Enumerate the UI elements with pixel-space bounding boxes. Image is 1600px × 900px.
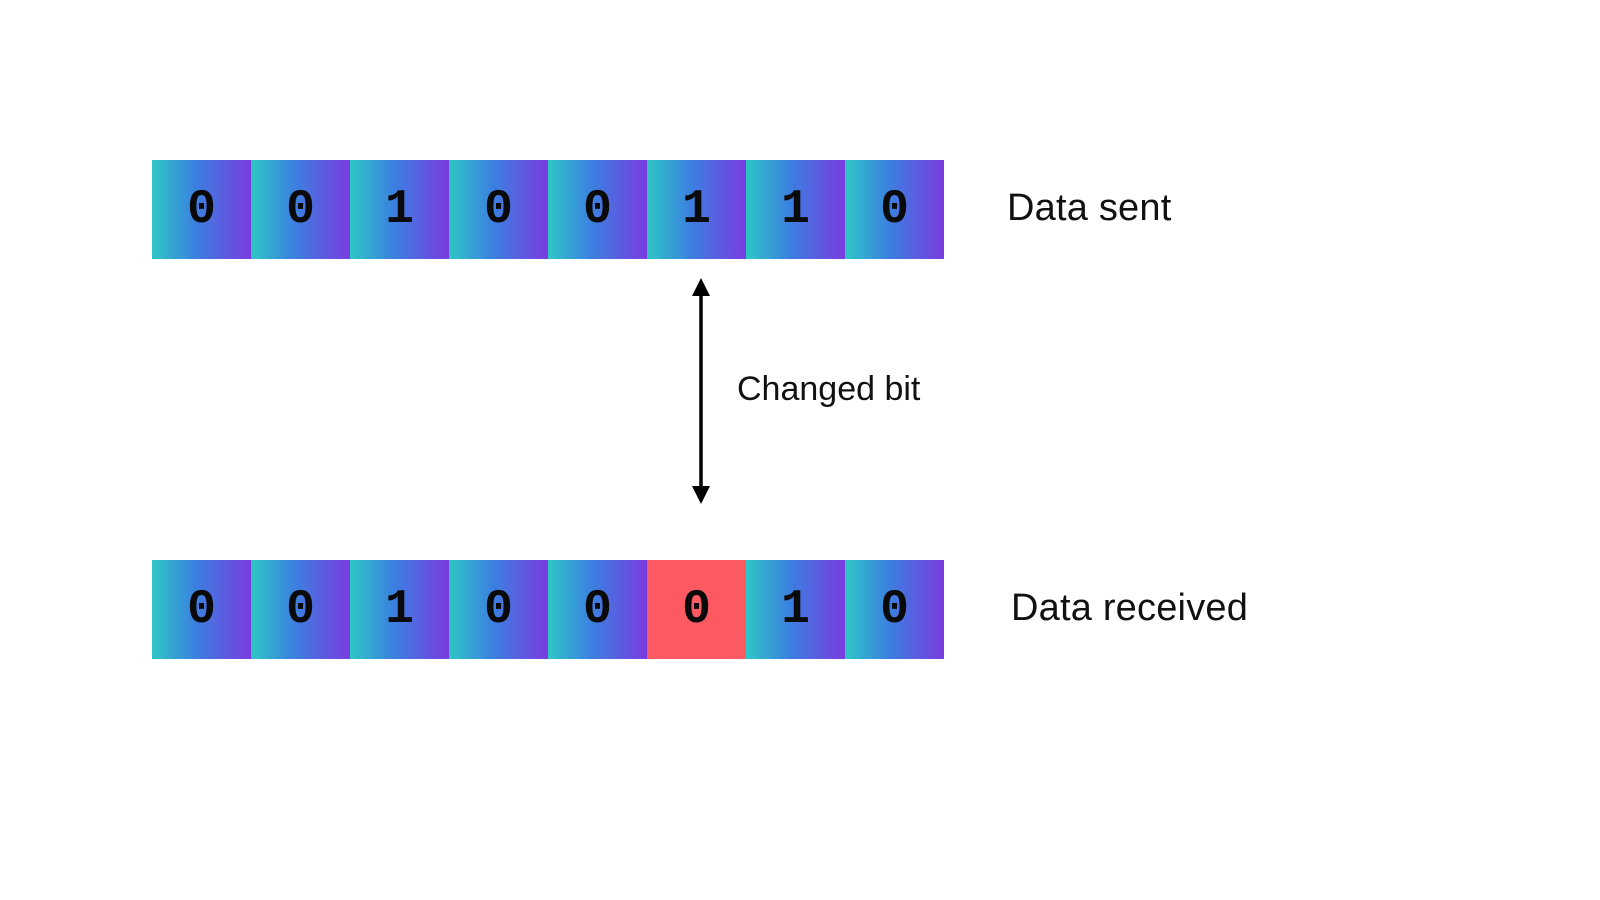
bit-cell: 1 [746,560,845,659]
bit-cell: 0 [251,560,350,659]
double-arrow-icon [686,276,716,506]
bit-value: 0 [286,583,315,637]
bit-cell: 1 [647,160,746,259]
bit-cell: 0 [845,160,944,259]
bit-cell: 0 [845,560,944,659]
bit-cell: 0 [449,560,548,659]
bit-cell: 0 [548,560,647,659]
bit-cell: 0 [449,160,548,259]
bit-value: 1 [682,183,711,237]
bit-value: 0 [583,583,612,637]
bit-value: 1 [385,183,414,237]
label-data-sent: Data sent [1007,187,1171,230]
bit-value: 0 [187,183,216,237]
bit-value: 0 [682,583,711,637]
bit-value: 0 [880,583,909,637]
bit-row-sent: 0 0 1 0 0 1 1 0 [152,160,944,259]
bit-value: 1 [781,183,810,237]
bit-cell: 0 [251,160,350,259]
bit-value: 0 [187,583,216,637]
bit-cell: 0 [152,160,251,259]
bit-value: 0 [583,183,612,237]
bit-value: 1 [385,583,414,637]
bit-cell-changed: 0 [647,560,746,659]
bit-cell: 1 [746,160,845,259]
bit-cell: 0 [548,160,647,259]
label-changed-bit: Changed bit [737,370,920,409]
bit-cell: 1 [350,160,449,259]
bit-value: 0 [880,183,909,237]
bit-value: 0 [484,583,513,637]
bit-cell: 1 [350,560,449,659]
bit-cell: 0 [152,560,251,659]
bit-row-received: 0 0 1 0 0 0 1 0 [152,560,944,659]
label-data-received: Data received [1011,587,1248,630]
bit-value: 1 [781,583,810,637]
bit-value: 0 [484,183,513,237]
bit-value: 0 [286,183,315,237]
